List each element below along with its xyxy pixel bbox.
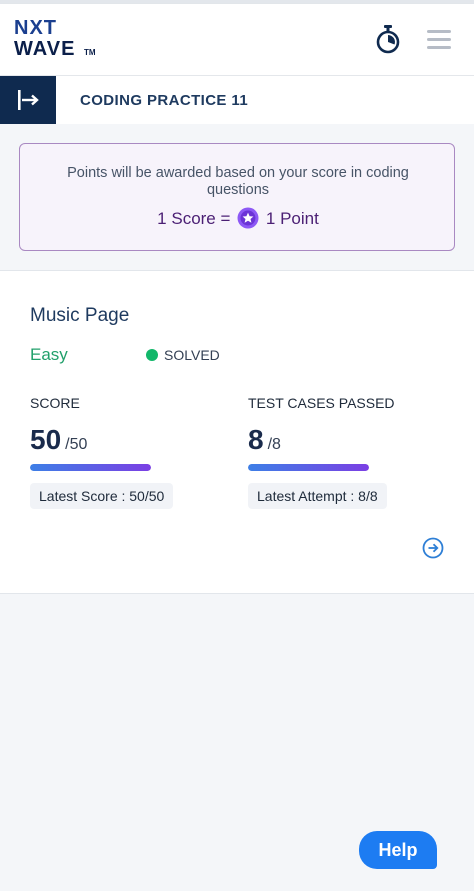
star-coin-icon xyxy=(237,207,259,229)
problem-title[interactable]: Music Page xyxy=(30,305,129,327)
points-equation-right: 1 Point xyxy=(265,209,319,228)
menu-bar-top xyxy=(427,30,451,33)
open-problem-button[interactable] xyxy=(422,537,444,559)
help-button[interactable]: Help xyxy=(359,831,437,869)
points-info-card: Points will be awarded based on your sco… xyxy=(19,143,455,251)
score-metric: SCORE 50/50 Latest Score : 50/50 xyxy=(30,395,230,515)
status-text: SOLVED xyxy=(164,347,220,363)
test-cases-progress-bar xyxy=(248,464,369,471)
score-progress-fill xyxy=(30,464,151,471)
test-cases-label: TEST CASES PASSED xyxy=(248,395,395,411)
sidebar-toggle-button[interactable] xyxy=(0,76,56,124)
test-cases-metric: TEST CASES PASSED 8/8 Latest Attempt : 8… xyxy=(248,395,448,515)
stopwatch-icon xyxy=(376,25,400,54)
test-cases-total: /8 xyxy=(267,436,281,453)
difficulty-label: Easy xyxy=(30,345,68,364)
latest-attempt-pill: Latest Attempt : 8/8 xyxy=(248,483,387,509)
page-title-bar: CODING PRACTICE 11 xyxy=(0,76,474,124)
latest-score-pill: Latest Score : 50/50 xyxy=(30,483,174,509)
problem-card[interactable]: Music Page Easy SOLVED SCORE 50/50 Lates… xyxy=(0,270,474,594)
score-current: 50 xyxy=(30,424,62,455)
score-label: SCORE xyxy=(30,395,80,411)
test-cases-progress-fill xyxy=(248,464,369,471)
test-cases-value: 8/8 xyxy=(248,423,281,462)
points-equation-left: 1 Score = xyxy=(157,209,231,228)
score-value: 50/50 xyxy=(30,423,87,462)
logo-trademark: TM xyxy=(84,48,96,57)
nxtwave-logo[interactable]: NXT WAVE TM xyxy=(14,18,104,64)
app-header: NXT WAVE TM xyxy=(0,4,474,76)
hamburger-menu-button[interactable] xyxy=(424,26,454,52)
status-badge: SOLVED xyxy=(146,347,220,363)
logo-text-line1: NXT xyxy=(14,17,57,39)
points-info-section: Points will be awarded based on your sco… xyxy=(0,124,474,270)
page-title: CODING PRACTICE 11 xyxy=(80,92,249,109)
score-progress-bar xyxy=(30,464,151,471)
timer-button[interactable] xyxy=(374,24,402,56)
points-equation: 1 Score = 1 Point xyxy=(20,207,456,231)
points-info-message: Points will be awarded based on your sco… xyxy=(67,165,409,198)
test-cases-current: 8 xyxy=(248,424,264,455)
menu-bar-middle xyxy=(427,38,451,41)
score-total: /50 xyxy=(65,436,88,453)
collapse-sidebar-icon xyxy=(18,90,39,110)
arrow-right-circle-icon xyxy=(422,537,444,559)
menu-bar-bottom xyxy=(427,46,451,49)
solved-status-dot xyxy=(146,349,158,361)
logo-text-line2: WAVE xyxy=(14,38,76,60)
